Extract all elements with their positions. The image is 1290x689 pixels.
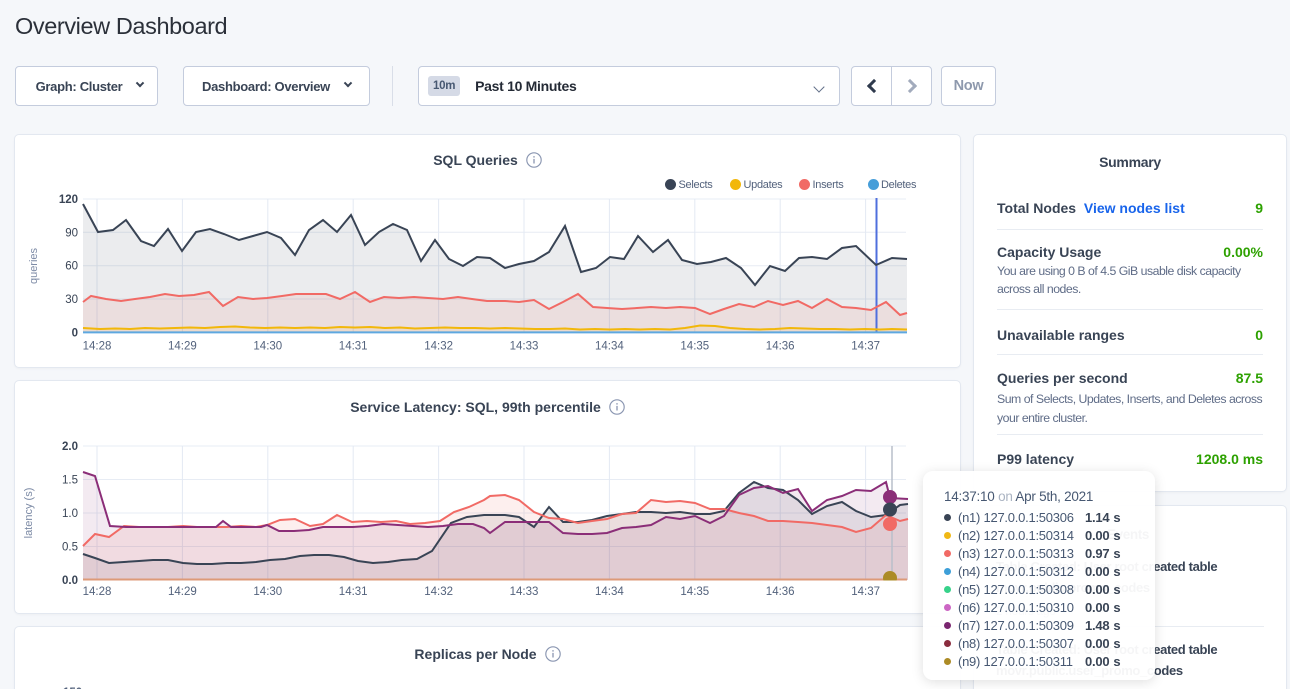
svg-text:14:29: 14:29 [168,341,197,353]
svg-text:2.0: 2.0 [62,441,78,453]
svg-text:30: 30 [65,294,78,306]
svg-text:14:29: 14:29 [168,586,197,598]
svg-text:14:30: 14:30 [253,586,282,598]
svg-text:14:37: 14:37 [851,586,880,598]
svg-text:14:28: 14:28 [83,586,112,598]
svg-text:120: 120 [59,194,78,206]
svg-text:60: 60 [65,261,78,273]
svg-text:14:33: 14:33 [510,586,539,598]
svg-text:14:35: 14:35 [680,586,709,598]
svg-text:1.5: 1.5 [62,475,78,487]
svg-text:14:28: 14:28 [83,341,112,353]
svg-text:14:36: 14:36 [766,586,795,598]
svg-text:14:31: 14:31 [339,586,368,598]
svg-text:14:30: 14:30 [253,341,282,353]
svg-text:14:32: 14:32 [424,586,453,598]
svg-text:latency (s): latency (s) [23,488,35,539]
svg-text:0: 0 [72,327,78,339]
svg-text:14:31: 14:31 [339,341,368,353]
svg-text:1.0: 1.0 [62,508,78,520]
svg-text:14:33: 14:33 [510,341,539,353]
svg-text:14:37: 14:37 [851,341,880,353]
svg-text:14:32: 14:32 [424,341,453,353]
svg-text:14:36: 14:36 [766,341,795,353]
svg-text:14:34: 14:34 [595,586,624,598]
svg-text:queries: queries [28,247,40,284]
svg-text:14:34: 14:34 [595,341,624,353]
svg-text:90: 90 [65,227,78,239]
svg-text:0.5: 0.5 [62,542,78,554]
svg-text:0.0: 0.0 [62,575,78,587]
svg-text:14:35: 14:35 [680,341,709,353]
